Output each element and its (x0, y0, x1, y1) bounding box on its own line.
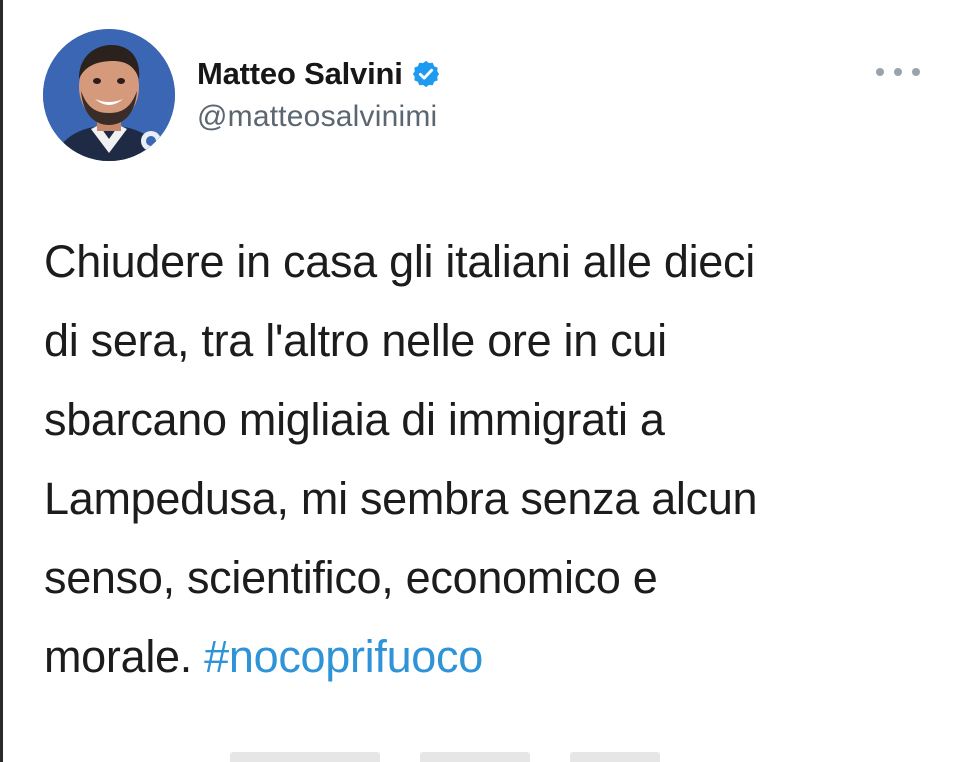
tweet-card: Matteo Salvini @matteosalvinimi Chiudere… (0, 0, 960, 762)
tweet-text-line: senso, scientifico, economico e (44, 552, 658, 603)
tweet-text-line: Chiudere in casa gli italiani alle dieci (44, 236, 755, 287)
profile-photo-icon (43, 29, 175, 161)
tweet-text: Chiudere in casa gli italiani alle dieci… (44, 222, 934, 696)
cropped-content-hint (230, 752, 660, 762)
tweet-text-last-line: morale. #nocoprifuoco (44, 617, 934, 696)
avatar[interactable] (43, 29, 175, 161)
display-name[interactable]: Matteo Salvini (197, 56, 403, 92)
tweet-text-line: Lampedusa, mi sembra senza alcun (44, 473, 758, 524)
verified-badge-icon (411, 59, 441, 89)
ellipsis-icon (876, 68, 884, 76)
tweet-text-line: morale. (44, 631, 192, 682)
tweet-text-line: di sera, tra l'altro nelle ore in cui (44, 315, 667, 366)
user-handle[interactable]: @matteosalvinimi (197, 100, 437, 134)
ellipsis-icon (894, 68, 902, 76)
author-row: Matteo Salvini (197, 52, 441, 96)
more-options-button[interactable] (876, 62, 920, 82)
hashtag-link[interactable]: #nocoprifuoco (204, 631, 483, 682)
ellipsis-icon (912, 68, 920, 76)
tweet-text-line: sbarcano migliaia di immigrati a (44, 394, 665, 445)
